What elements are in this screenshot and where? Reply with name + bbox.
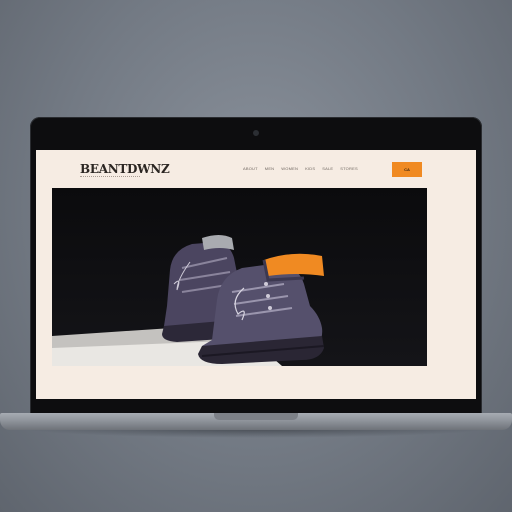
webcam-icon [253, 130, 259, 136]
boots-product-image [52, 235, 325, 366]
website-screen: BEANTDWNZ ABOUT MEN WOMEN KIDS SALE STOR… [36, 150, 476, 399]
nav-item-men[interactable]: MEN [265, 166, 275, 171]
nav-item-stores[interactable]: STORES [340, 166, 358, 171]
main-nav: ABOUT MEN WOMEN KIDS SALE STORES [243, 166, 358, 171]
site-logo[interactable]: BEANTDWNZ [80, 162, 170, 176]
hero-banner [52, 188, 427, 366]
site-tagline [80, 176, 140, 179]
nav-item-sale[interactable]: SALE [322, 166, 333, 171]
laptop-notch [214, 413, 298, 420]
nav-item-women[interactable]: WOMEN [281, 166, 298, 171]
nav-item-about[interactable]: ABOUT [243, 166, 258, 171]
nav-item-kids[interactable]: KIDS [305, 166, 315, 171]
cart-button[interactable]: CA [392, 162, 422, 177]
